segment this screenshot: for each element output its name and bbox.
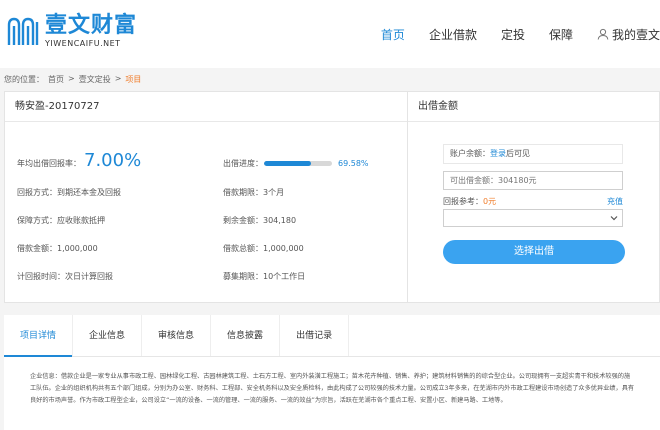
borrow-amount: 借款金额：1,000,000	[17, 244, 98, 253]
detail-tabs: 项目详情 企业信息 审核信息 信息披露 出借记录	[4, 315, 660, 357]
balance-prefix: 账户余额：	[450, 149, 490, 158]
rate-row: 年均出借回报率： 7.00%	[17, 150, 141, 171]
breadcrumb-fixed-invest[interactable]: 壹文定投	[79, 74, 111, 85]
progress-fill	[264, 161, 312, 166]
logo-mark-icon	[7, 17, 39, 45]
rate-label: 年均出借回报率：	[17, 159, 81, 168]
return-reference-row: 回报参考：0元 充值	[443, 196, 623, 207]
nav-fixed-invest[interactable]: 定投	[501, 26, 525, 43]
breadcrumb-prefix: 您的位置：	[4, 75, 44, 84]
raise-period: 募集期限：10个工作日	[223, 272, 306, 281]
main-nav: 首页 企业借款 定投 保障 我的壹文	[381, 0, 660, 68]
guarantee-method: 保障方式：应收账款抵押	[17, 216, 105, 225]
site-logo[interactable]: 壹文财富 YIWENCAIFU.NET	[6, 15, 137, 48]
nav-home[interactable]: 首页	[381, 26, 405, 43]
account-balance: 账户余额：登录后可见	[443, 144, 623, 164]
logo-cn: 壹文财富	[45, 13, 138, 38]
site-header: 壹文财富 YIWENCAIFU.NET 首页 企业借款 定投 保障 我的壹文	[0, 0, 660, 68]
total-amount: 借款总额：1,000,000	[223, 244, 304, 253]
return-method: 回报方式：到期还本金及回报	[17, 188, 121, 197]
nav-guarantee[interactable]: 保障	[549, 26, 573, 43]
enterprise-description: 企业信息：借款企业是一家专业从事市政工程、园林绿化工程、古园林建筑工程、土石方工…	[4, 357, 660, 430]
breadcrumb-sep: >	[114, 74, 122, 83]
login-link[interactable]: 登录	[490, 149, 506, 158]
progress-track	[264, 161, 332, 166]
loan-term: 借款期限：3个月	[223, 188, 285, 197]
balance-suffix: 后可见	[506, 149, 530, 158]
remaining-amount: 剩余金额：304,180	[223, 216, 297, 225]
progress-percent: 69.58%	[338, 159, 369, 168]
user-icon	[597, 28, 609, 40]
progress-bar: 69.58%	[264, 159, 369, 168]
tab-project-detail[interactable]: 项目详情	[4, 315, 74, 357]
tab-audit-info[interactable]: 审核信息	[142, 315, 212, 356]
chevron-down-icon	[610, 216, 618, 221]
ref-label: 回报参考：	[443, 197, 483, 206]
project-title: 畅安盈-20170727	[5, 92, 407, 122]
logo-en: YIWENCAIFU.NET	[45, 39, 121, 48]
coupon-select[interactable]	[443, 209, 623, 227]
tab-enterprise-info[interactable]: 企业信息	[73, 315, 143, 356]
breadcrumb-current: 项目	[125, 75, 142, 84]
invest-panel: 出借金额 账户余额：登录后可见 回报参考：0元 充值 选择出借	[407, 91, 660, 303]
amount-input[interactable]	[443, 171, 623, 190]
breadcrumb: 您的位置： 首页 > 壹文定投 > 项目	[4, 74, 145, 85]
tab-disclosure[interactable]: 信息披露	[211, 315, 281, 356]
tab-invest-records[interactable]: 出借记录	[280, 315, 350, 356]
nav-my-account[interactable]: 我的壹文	[597, 26, 660, 43]
nav-my-account-label: 我的壹文	[611, 27, 660, 42]
invest-button[interactable]: 选择出借	[443, 240, 625, 264]
rate-value: 7.00%	[84, 150, 142, 171]
breadcrumb-sep: >	[68, 74, 75, 83]
nav-enterprise-loan[interactable]: 企业借款	[429, 26, 477, 43]
invest-title: 出借金额	[408, 92, 659, 122]
breadcrumb-home[interactable]: 首页	[48, 74, 64, 85]
ref-value: 0元	[483, 197, 497, 206]
progress-label: 出借进度：	[223, 159, 263, 168]
interest-start: 计回报时间：次日计算回报	[17, 272, 113, 281]
project-info-panel: 畅安盈-20170727 年均出借回报率： 7.00% 出借进度： 回报方式：到…	[4, 91, 408, 303]
recharge-link[interactable]: 充值	[607, 196, 623, 207]
